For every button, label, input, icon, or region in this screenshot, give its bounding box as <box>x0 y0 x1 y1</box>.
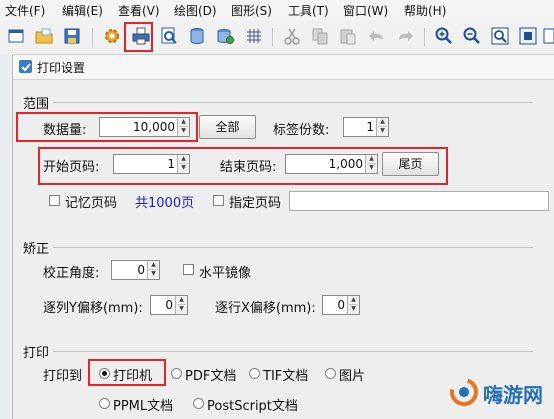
spin-down-icon[interactable]: ▼ <box>349 305 358 313</box>
image-option-label: 图片 <box>339 369 366 384</box>
menu-bar: 文件(F) 编辑(E) 查看(V) 绘图(D) 图形(S) 工具(T) 窗口(W… <box>0 0 554 21</box>
toolbar-separator <box>272 28 273 46</box>
grid-icon[interactable] <box>244 26 264 46</box>
toolbar-overflow-icon[interactable] <box>542 26 554 46</box>
redo-icon[interactable] <box>395 26 415 46</box>
print-group-label: 打印 <box>23 346 50 361</box>
watermark-text: 嗨游网 <box>483 383 543 407</box>
copies-spin-arrows[interactable]: ▲ ▼ <box>376 118 388 136</box>
col-offset-value: 0 <box>165 298 173 312</box>
row-offset-spinner[interactable]: 0 ▲ ▼ <box>322 295 360 315</box>
toolbar <box>0 20 554 55</box>
toolbar-separator <box>92 28 93 46</box>
specify-page-input[interactable] <box>289 191 549 211</box>
mirror-checkbox[interactable] <box>183 264 194 275</box>
tif-radio[interactable] <box>249 368 260 379</box>
menu-edit[interactable]: 编辑(E) <box>62 2 103 19</box>
spin-up-icon[interactable]: ▲ <box>349 296 358 305</box>
menu-help[interactable]: 帮助(H) <box>404 2 446 19</box>
print-icon-highlight <box>124 22 153 52</box>
pdf-radio[interactable] <box>171 368 182 379</box>
copy-icon[interactable] <box>310 26 330 46</box>
watermark-logo-icon <box>449 377 479 407</box>
database-icon[interactable] <box>187 26 207 46</box>
ppml-radio[interactable] <box>99 398 110 409</box>
spin-down-icon[interactable]: ▼ <box>177 305 186 313</box>
specify-page-checkbox[interactable] <box>213 195 224 206</box>
col-offset-spin-arrows[interactable]: ▲ ▼ <box>175 296 187 314</box>
ppml-option-label: PPML文档 <box>113 399 174 414</box>
angle-label: 校正角度: <box>43 266 100 281</box>
copies-spinner[interactable]: 1 ▲ ▼ <box>343 117 389 137</box>
zoom-out-icon[interactable] <box>462 26 482 46</box>
col-offset-spinner[interactable]: 0 ▲ ▼ <box>150 295 188 315</box>
save-icon[interactable] <box>62 26 82 46</box>
row-offset-label: 逐行X偏移(mm): <box>215 301 316 316</box>
print-preview-icon[interactable] <box>159 26 179 46</box>
undo-icon[interactable] <box>367 26 387 46</box>
settings-gear-icon[interactable] <box>102 26 122 46</box>
postscript-radio[interactable] <box>193 398 204 409</box>
pdf-option-label: PDF文档 <box>185 369 237 384</box>
page-range-highlight <box>38 147 448 185</box>
tif-option-label: TIF文档 <box>263 369 309 384</box>
zoom-actual-icon[interactable] <box>518 26 538 46</box>
print-settings-dialog: 打印设置 范围 数据量: 10,000 ▲ ▼ 全部 标签份数: 1 ▲ ▼ 开始页… <box>12 55 554 419</box>
menu-file[interactable]: 文件(F) <box>5 2 45 19</box>
spin-down-icon[interactable]: ▼ <box>378 127 387 135</box>
database-settings-icon[interactable] <box>215 26 235 46</box>
copies-value: 1 <box>366 120 374 134</box>
spin-down-icon[interactable]: ▼ <box>149 270 158 278</box>
angle-value: 0 <box>137 263 145 277</box>
print-to-label: 打印到 <box>43 369 83 384</box>
correction-group-divider <box>53 247 533 248</box>
app-logo-icon <box>19 60 32 73</box>
data-count-highlight <box>16 112 198 142</box>
copies-label: 标签份数: <box>273 123 330 138</box>
new-file-icon[interactable] <box>6 26 26 46</box>
row-offset-spin-arrows[interactable]: ▲ ▼ <box>347 296 359 314</box>
range-group-divider <box>53 102 533 103</box>
menu-draw[interactable]: 绘图(D) <box>174 2 217 19</box>
spin-up-icon[interactable]: ▲ <box>177 296 186 305</box>
total-pages-text: 共1000页 <box>135 196 195 211</box>
open-folder-icon[interactable] <box>34 26 54 46</box>
print-group-divider <box>53 351 533 352</box>
dialog-title: 打印设置 <box>37 61 86 75</box>
mirror-label: 水平镜像 <box>199 266 252 281</box>
menu-view[interactable]: 查看(V) <box>118 2 160 19</box>
remember-page-checkbox[interactable] <box>49 195 60 206</box>
specify-page-label: 指定页码 <box>229 196 282 211</box>
postscript-option-label: PostScript文档 <box>207 399 298 414</box>
row-offset-value: 0 <box>337 298 345 312</box>
zoom-fit-icon[interactable] <box>490 26 510 46</box>
spin-up-icon[interactable]: ▲ <box>378 118 387 127</box>
range-group-label: 范围 <box>23 97 50 112</box>
dialog-titlebar: 打印设置 <box>13 55 554 80</box>
toolbar-separator <box>424 28 425 46</box>
paste-icon[interactable] <box>338 26 358 46</box>
cut-icon[interactable] <box>282 26 302 46</box>
printer-option-highlight <box>88 359 166 386</box>
menu-tools[interactable]: 工具(T) <box>288 2 329 19</box>
all-button[interactable]: 全部 <box>199 115 256 139</box>
angle-spin-arrows[interactable]: ▲ ▼ <box>147 261 159 279</box>
menu-window[interactable]: 窗口(W) <box>343 2 388 19</box>
zoom-in-icon[interactable] <box>434 26 454 46</box>
correction-group-label: 矫正 <box>23 242 50 257</box>
menu-shape[interactable]: 图形(S) <box>231 2 272 19</box>
remember-page-label: 记忆页码 <box>65 196 118 211</box>
image-radio[interactable] <box>325 368 336 379</box>
angle-spinner[interactable]: 0 ▲ ▼ <box>111 260 160 280</box>
col-offset-label: 逐列Y偏移(mm): <box>43 301 143 316</box>
spin-up-icon[interactable]: ▲ <box>149 261 158 270</box>
